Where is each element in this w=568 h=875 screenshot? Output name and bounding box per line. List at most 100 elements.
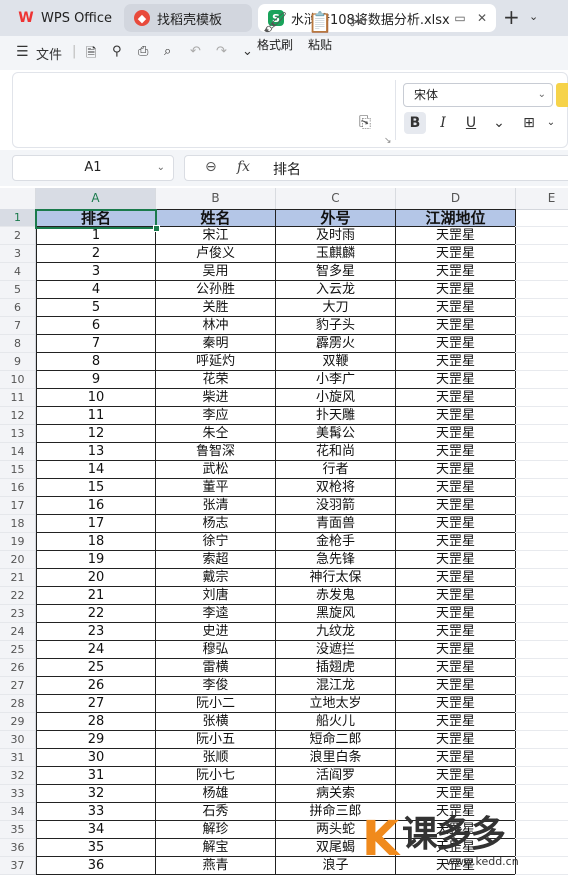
cell-empty[interactable] [515,677,568,695]
cell-name[interactable]: 花荣 [156,371,276,389]
cell-name[interactable]: 史进 [156,623,276,641]
header-cell-nickname[interactable]: 外号 [276,209,396,227]
cell-nickname[interactable]: 黑旋风 [276,605,396,623]
cell-rank-group[interactable]: 天罡星 [396,785,516,803]
cell-empty[interactable] [515,245,568,263]
cell-empty[interactable] [515,749,568,767]
cell-rank[interactable]: 6 [36,317,156,335]
cell-nickname[interactable]: 双枪将 [276,479,396,497]
row-header[interactable]: 19 [0,533,36,551]
cell-rank-group[interactable]: 天罡星 [396,641,516,659]
cell-name[interactable]: 朱仝 [156,425,276,443]
row-header[interactable]: 25 [0,641,36,659]
cell-name[interactable]: 阮小二 [156,695,276,713]
cell-empty[interactable] [515,785,568,803]
save-icon[interactable]: 🗎 [86,44,96,66]
cell-rank-group[interactable]: 天罡星 [396,767,516,785]
cell-nickname[interactable]: 双鞭 [276,353,396,371]
row-header[interactable]: 6 [0,299,36,317]
chevron-down-icon[interactable]: ⌄ [242,44,253,59]
paste-button[interactable]: 📋 粘贴 [302,8,338,53]
row-header[interactable]: 27 [0,677,36,695]
row-header[interactable]: 8 [0,335,36,353]
cell-rank[interactable]: 10 [36,389,156,407]
cell-rank[interactable]: 28 [36,713,156,731]
cell-rank-group[interactable]: 天罡星 [396,245,516,263]
cell-rank-group[interactable]: 天罡星 [396,479,516,497]
cell-rank[interactable]: 5 [36,299,156,317]
cell-nickname[interactable]: 入云龙 [276,281,396,299]
cell-rank-group[interactable]: 天罡星 [396,317,516,335]
cell-nickname[interactable]: 智多星 [276,263,396,281]
bold-button[interactable]: B [404,112,426,134]
cell-nickname[interactable]: 病关索 [276,785,396,803]
row-header[interactable]: 15 [0,461,36,479]
cell-rank-group[interactable]: 天罡星 [396,515,516,533]
cell-nickname[interactable]: 霹雳火 [276,335,396,353]
cell-nickname[interactable]: 及时雨 [276,227,396,245]
cell-name[interactable]: 董平 [156,479,276,497]
row-header[interactable]: 24 [0,623,36,641]
undo-icon[interactable]: ↶ [190,44,201,59]
cell-rank[interactable]: 1 [36,227,156,245]
cell-name[interactable]: 李应 [156,407,276,425]
column-header-b[interactable]: B [156,188,276,209]
cell-nickname[interactable]: 活阎罗 [276,767,396,785]
cell-rank-group[interactable]: 天罡星 [396,371,516,389]
cell-rank-group[interactable]: 天罡星 [396,443,516,461]
cell-name[interactable]: 宋江 [156,227,276,245]
cell-empty[interactable] [515,353,568,371]
cell-rank[interactable]: 21 [36,587,156,605]
cell-nickname[interactable]: 行者 [276,461,396,479]
cell-rank-group[interactable]: 天罡星 [396,281,516,299]
cell-rank-group[interactable]: 天罡星 [396,569,516,587]
cell-nickname[interactable]: 大刀 [276,299,396,317]
cell-rank[interactable]: 8 [36,353,156,371]
cell-nickname[interactable]: 小李广 [276,371,396,389]
cell-nickname[interactable]: 短命二郎 [276,731,396,749]
cell-name[interactable]: 穆弘 [156,641,276,659]
fill-handle[interactable] [153,225,160,232]
row-header[interactable]: 30 [0,731,36,749]
cell-empty[interactable] [515,299,568,317]
select-all-corner[interactable] [0,188,36,209]
redo-icon[interactable]: ↷ [216,44,227,59]
cell-empty[interactable] [515,227,568,245]
cell-name[interactable]: 吴用 [156,263,276,281]
column-header-c[interactable]: C [276,188,396,209]
cell-rank-group[interactable]: 天罡星 [396,407,516,425]
cell-nickname[interactable]: 神行太保 [276,569,396,587]
header-cell-name[interactable]: 姓名 [156,209,276,227]
cell-rank[interactable]: 23 [36,623,156,641]
row-header[interactable]: 33 [0,785,36,803]
cell-nickname[interactable]: 花和尚 [276,443,396,461]
cell-rank-group[interactable]: 天罡星 [396,587,516,605]
cell-empty[interactable] [515,335,568,353]
cell-rank-group[interactable]: 天罡星 [396,713,516,731]
cell-rank[interactable]: 11 [36,407,156,425]
cell-rank[interactable]: 27 [36,695,156,713]
cell-nickname[interactable]: 急先锋 [276,551,396,569]
share-icon[interactable]: ⚲ [112,44,122,59]
chevron-down-icon[interactable]: ⌄ [540,112,562,134]
row-header[interactable]: 16 [0,479,36,497]
row-header[interactable]: 26 [0,659,36,677]
row-header[interactable]: 7 [0,317,36,335]
cell-name[interactable]: 解珍 [156,821,276,839]
cell-empty[interactable] [515,479,568,497]
cell-nickname[interactable]: 小旋风 [276,389,396,407]
cell-empty[interactable] [515,389,568,407]
name-box[interactable]: A1 ⌄ [12,155,174,181]
cell-empty[interactable] [515,767,568,785]
expand-icon[interactable]: ↘ [384,136,392,146]
cell-rank[interactable]: 9 [36,371,156,389]
font-name-select[interactable]: 宋体 ⌄ [403,83,553,107]
row-header[interactable]: 21 [0,569,36,587]
column-header-d[interactable]: D [396,188,516,209]
cell-name[interactable]: 张清 [156,497,276,515]
row-header[interactable]: 4 [0,263,36,281]
row-header[interactable]: 14 [0,443,36,461]
cell-rank[interactable]: 34 [36,821,156,839]
cell-name[interactable]: 雷横 [156,659,276,677]
cell-rank-group[interactable]: 天罡星 [396,425,516,443]
